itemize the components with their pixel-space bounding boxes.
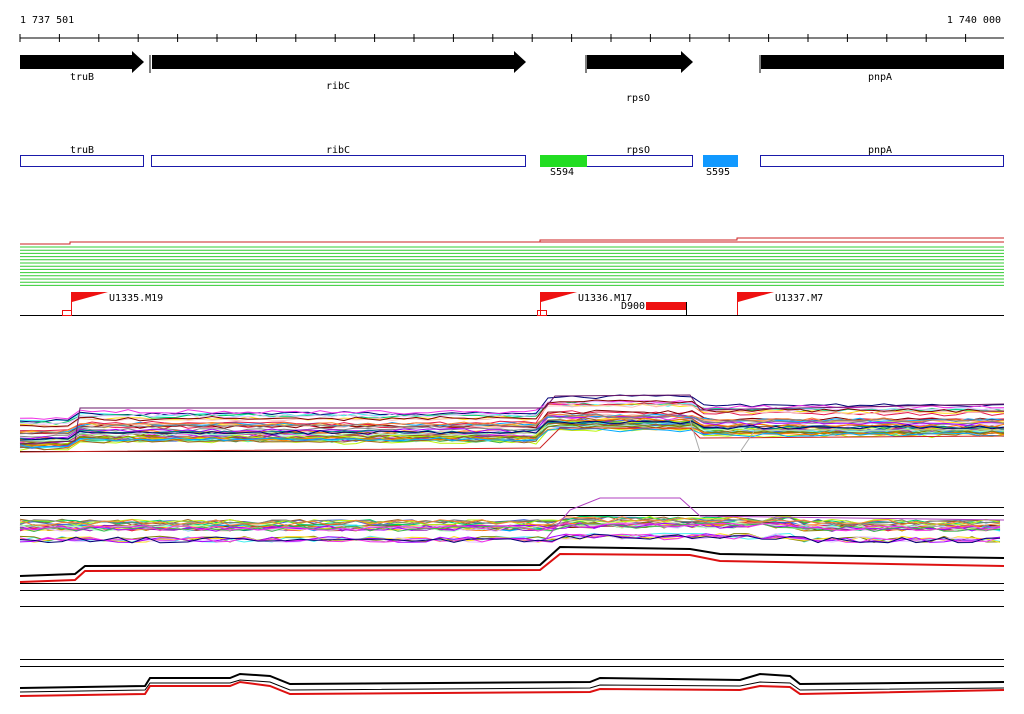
tss-flag-u1335[interactable] (72, 292, 108, 302)
tiling-track (20, 237, 1004, 286)
gene-arrow-trub[interactable] (20, 51, 144, 73)
coordinate-ruler: 1 737 501 1 740 000 (19, 15, 1004, 42)
expression-panel-1 (19, 394, 1005, 453)
cds-box-pnpa[interactable] (760, 155, 1004, 167)
tss-flag-u1337[interactable] (738, 292, 774, 302)
cds-label-trub: truB (70, 145, 94, 156)
ruler-end-label: 1 740 000 (947, 15, 1001, 26)
cds-box-ribc[interactable] (151, 155, 526, 167)
deletion-d900[interactable] (646, 302, 686, 310)
cds-label-ribc: ribC (326, 145, 350, 156)
gene-track: truB ribC rpsO pnpA (20, 51, 1004, 104)
flag-base-marker (537, 310, 547, 316)
gene-label-trub: truB (70, 72, 94, 83)
feature-label-s595: S595 (706, 167, 730, 178)
flag-track: U1335.M19 U1336.M17 U1337.M7 D900 (20, 292, 1004, 316)
gene-label-ribc: ribC (326, 81, 350, 92)
expression-panel-3 (19, 659, 1005, 697)
tiling-probe-red (20, 237, 1004, 245)
expression-panel-2 (19, 497, 1005, 607)
gene-arrow-rpso[interactable] (587, 51, 693, 73)
cds-track: truB ribC rpsO pnpA S594 S595 (20, 145, 1004, 178)
cds-label-rpso: rpsO (626, 145, 650, 156)
expression-profile-red (19, 552, 1005, 583)
flag-base-marker (62, 310, 72, 316)
gene-arrow-ribc[interactable] (152, 51, 526, 73)
tss-flag-u1336[interactable] (541, 292, 577, 302)
deletion-label-d900: D900 (621, 301, 645, 312)
cds-box-rpso[interactable] (586, 155, 693, 167)
feature-s594[interactable] (540, 155, 587, 167)
gene-arrow-pnpa[interactable] (761, 55, 1004, 69)
cds-box-trub[interactable] (20, 155, 144, 167)
feature-label-s594: S594 (550, 167, 574, 178)
flag-label-u1335: U1335.M19 (109, 293, 163, 304)
flag-label-u1337: U1337.M7 (775, 293, 823, 304)
feature-s595[interactable] (703, 155, 738, 167)
genome-browser-view: 1 737 501 1 740 000 truB ribC rpsO pnpA … (19, 15, 1005, 697)
cds-label-pnpa: pnpA (868, 145, 892, 156)
gene-label-rpso: rpsO (626, 93, 650, 104)
gene-label-pnpa: pnpA (868, 72, 892, 83)
ruler-start-label: 1 737 501 (20, 15, 74, 26)
